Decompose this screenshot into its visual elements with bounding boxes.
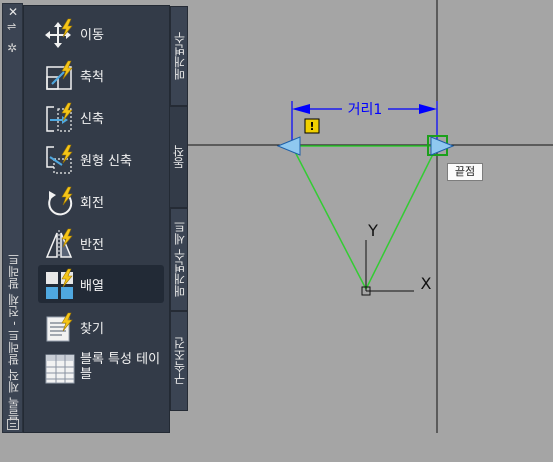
tool-label: 반전 [80, 238, 104, 253]
tool-label: 원형 신축 [80, 154, 132, 169]
svg-text:!: ! [309, 120, 314, 133]
right-grip-icon[interactable] [427, 135, 455, 156]
tab-parameter-sets[interactable]: 매개변수 세트 [170, 208, 188, 311]
left-grip-icon[interactable] [276, 136, 301, 156]
palette-title-bar[interactable]: ✕ ⇌ ✲ 블록 제작 팔레트 - 전체 팔레트 [2, 3, 23, 433]
ucs-icon [361, 240, 414, 296]
tool-lookup[interactable]: 찾기 [40, 308, 164, 346]
tool-label: 회전 [80, 196, 104, 211]
rotate-icon [48, 186, 73, 216]
ucs-y-label: Y [367, 221, 378, 240]
flip-icon [45, 228, 73, 258]
tool-scale[interactable]: 축척 [40, 56, 164, 94]
palette-title: 블록 제작 팔레트 - 전체 팔레트 [7, 253, 21, 421]
tool-label: 찾기 [80, 322, 104, 337]
tool-label: 신축 [80, 112, 104, 127]
palette-menu-icon[interactable] [7, 419, 19, 430]
tool-polar-stretch[interactable]: 원형 신축 [40, 140, 164, 178]
stretch-icon [46, 102, 73, 132]
lookup-icon [46, 312, 73, 342]
block-properties-table-icon [45, 354, 75, 384]
tab-parameters[interactable]: 매개변수 [170, 6, 188, 106]
endpoint-tooltip: 끝점 [447, 163, 483, 181]
properties-icon[interactable]: ✲ [7, 42, 17, 54]
tool-label: 배열 [80, 279, 104, 294]
tab-constraints[interactable]: 구속조건 [170, 311, 188, 411]
tool-block-properties-table[interactable]: 블록 특성 테이블 [40, 350, 164, 388]
array-icon [46, 268, 73, 299]
tool-label: 이동 [80, 28, 104, 43]
move-icon [45, 18, 73, 48]
ucs-x-label: X [421, 274, 432, 293]
autohide-icon[interactable]: ⇌ [7, 21, 16, 32]
tab-actions[interactable]: 동작 [170, 106, 188, 208]
tool-array[interactable]: 배열 [38, 265, 164, 303]
palette-panel: 이동 축척 신축 원형 신축 회전 반전 배열 찾기 블록 특성 테이블 [23, 5, 170, 433]
warning-icon: ! [304, 118, 320, 134]
tool-rotate[interactable]: 회전 [40, 182, 164, 220]
tool-stretch[interactable]: 신축 [40, 98, 164, 136]
tool-move[interactable]: 이동 [40, 14, 164, 52]
tool-label: 블록 특성 테이블 [80, 352, 161, 382]
polar-stretch-icon [46, 144, 73, 174]
tool-flip[interactable]: 반전 [40, 224, 164, 262]
dimension-label: 거리1 [348, 102, 383, 118]
green-triangle[interactable] [291, 145, 438, 290]
close-icon[interactable]: ✕ [8, 6, 18, 18]
tool-label: 축척 [80, 70, 104, 85]
scale-icon [46, 60, 73, 90]
